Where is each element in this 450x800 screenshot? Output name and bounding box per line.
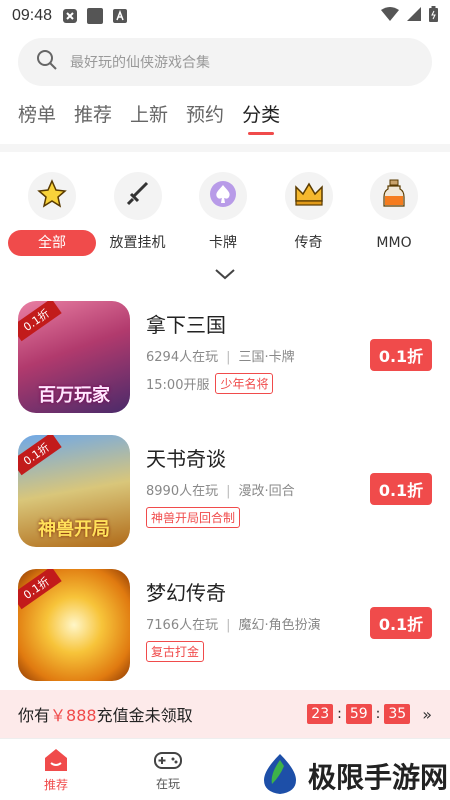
game-thumbnail: 0.1折 百万玩家 <box>18 301 130 413</box>
game-item[interactable]: 0.1折 神兽开局 天书奇谈 8990人在玩 | 漫改·回合 神兽开局回合制 0.1… <box>0 435 450 553</box>
search-placeholder[interactable]: 最好玩的仙侠游戏合集 <box>70 52 210 72</box>
nav-recommend[interactable]: 推荐 <box>0 739 112 800</box>
game-tags: 15:00开服 少年名将 <box>146 373 370 394</box>
game-title: 拿下三国 <box>146 313 226 337</box>
notification-square-icon <box>87 8 104 24</box>
status-bar: 09:48 <box>0 0 450 32</box>
home-icon <box>42 747 70 776</box>
nav-label: 在玩 <box>155 776 180 791</box>
category-mmo[interactable]: MMO <box>352 172 436 256</box>
thumbnail-art-text: 神兽开局 <box>38 519 110 540</box>
category-label: 传奇 <box>294 235 323 251</box>
category-legend[interactable]: 传奇 <box>267 172 351 256</box>
section-divider <box>0 144 450 152</box>
countdown-timer: 23: 59: 35 » <box>307 704 432 724</box>
chevron-down-icon <box>214 266 236 285</box>
star-icon <box>37 179 67 213</box>
players-count: 6294人在玩 <box>146 350 219 365</box>
tab-new[interactable]: 上新 <box>130 100 168 127</box>
promo-amount: ￥888 <box>50 706 97 725</box>
tab-recommend[interactable]: 推荐 <box>74 100 112 127</box>
game-tags: 复古打金 <box>146 641 370 662</box>
category-card[interactable]: 卡牌 <box>181 172 265 256</box>
tab-rankings[interactable]: 榜单 <box>18 100 56 127</box>
status-time: 09:48 <box>12 7 53 24</box>
countdown-hours: 23 <box>307 704 334 724</box>
discount-badge[interactable]: 0.1折 <box>370 473 432 505</box>
game-meta: 8990人在玩 | 漫改·回合 <box>146 484 295 499</box>
game-genre: 魔幻·角色扮演 <box>238 618 321 633</box>
search-icon <box>36 49 58 75</box>
category-mmo-icon-bg <box>370 172 418 220</box>
notification-a-icon <box>112 8 128 24</box>
recharge-promo-banner[interactable]: 你有 ￥888 充值金未领取 23: 59: 35 » <box>0 690 450 738</box>
notification-x-icon <box>62 8 78 24</box>
discount-ribbon: 0.1折 <box>18 569 62 610</box>
game-tag: 复古打金 <box>146 641 205 662</box>
countdown-minutes: 59 <box>345 704 372 724</box>
discount-ribbon: 0.1折 <box>18 435 62 476</box>
game-item[interactable]: 0.1折 梦幻传奇 7166人在玩 | 魔幻·角色扮演 复古打金 0.1折 <box>0 569 450 687</box>
players-count: 7166人在玩 <box>146 618 219 633</box>
category-label: MMO <box>376 235 412 251</box>
watermark-logo-icon <box>258 752 302 800</box>
wifi-icon <box>381 7 399 25</box>
game-tags: 神兽开局回合制 <box>146 507 370 528</box>
thumbnail-art-text: 百万玩家 <box>38 385 110 406</box>
category-idle-icon-bg <box>113 172 162 220</box>
game-item[interactable]: 0.1折 百万玩家 拿下三国 6294人在玩 | 三国·卡牌 15:00开服 少年名… <box>0 301 450 419</box>
game-tag: 少年名将 <box>215 373 274 394</box>
spade-card-icon <box>208 179 238 213</box>
countdown-seconds: 35 <box>384 704 411 724</box>
server-open-time: 15:00开服 <box>146 378 210 393</box>
watermark-text: 极限手游网 <box>308 761 449 794</box>
tab-reserve[interactable]: 预约 <box>186 100 224 127</box>
top-tabs: 榜单 推荐 上新 预约 分类 <box>0 100 450 140</box>
game-title: 天书奇谈 <box>146 447 226 471</box>
category-all-icon-bg <box>28 172 76 220</box>
category-legend-icon-bg <box>284 172 333 220</box>
game-thumbnail: 0.1折 神兽开局 <box>18 435 130 547</box>
game-meta: 7166人在玩 | 魔幻·角色扮演 <box>146 618 321 633</box>
game-meta: 6294人在玩 | 三国·卡牌 <box>146 350 295 365</box>
players-count: 8990人在玩 <box>146 484 219 499</box>
expand-categories[interactable] <box>0 266 450 285</box>
category-label: 全部 <box>8 230 96 256</box>
discount-ribbon: 0.1折 <box>18 301 62 342</box>
battery-icon <box>429 6 438 26</box>
category-card-icon-bg <box>199 172 247 220</box>
nav-playing[interactable]: 在玩 <box>112 739 224 800</box>
tab-category[interactable]: 分类 <box>242 100 280 135</box>
game-info: 拿下三国 6294人在玩 | 三国·卡牌 15:00开服 少年名将 <box>146 301 370 394</box>
category-all[interactable]: 全部 <box>8 172 96 256</box>
promo-more-icon[interactable]: » <box>422 705 432 724</box>
category-idle[interactable]: 放置挂机 <box>96 172 180 256</box>
game-thumbnail: 0.1折 <box>18 569 130 681</box>
game-genre: 三国·卡牌 <box>238 350 295 365</box>
sword-icon <box>123 179 153 213</box>
discount-badge[interactable]: 0.1折 <box>370 339 432 371</box>
game-info: 天书奇谈 8990人在玩 | 漫改·回合 神兽开局回合制 <box>146 435 370 528</box>
site-watermark: 极限手游网 <box>258 752 448 800</box>
promo-suffix: 充值金未领取 <box>96 706 193 725</box>
game-tag: 神兽开局回合制 <box>146 507 241 528</box>
game-info: 梦幻传奇 7166人在玩 | 魔幻·角色扮演 复古打金 <box>146 569 370 662</box>
promo-prefix: 你有 <box>18 706 51 725</box>
game-title: 梦幻传奇 <box>146 581 226 605</box>
category-label: 卡牌 <box>209 235 237 251</box>
category-label: 放置挂机 <box>109 235 166 251</box>
crown-icon <box>293 181 325 211</box>
signal-icon <box>407 7 421 25</box>
search-bar[interactable]: 最好玩的仙侠游戏合集 <box>18 38 432 86</box>
potion-icon <box>382 179 406 213</box>
discount-badge[interactable]: 0.1折 <box>370 607 432 639</box>
gamepad-icon <box>153 748 183 775</box>
game-genre: 漫改·回合 <box>238 484 295 499</box>
category-row: 全部 放置挂机 卡牌 传奇 MMO <box>0 152 450 256</box>
nav-label: 推荐 <box>43 777 68 792</box>
